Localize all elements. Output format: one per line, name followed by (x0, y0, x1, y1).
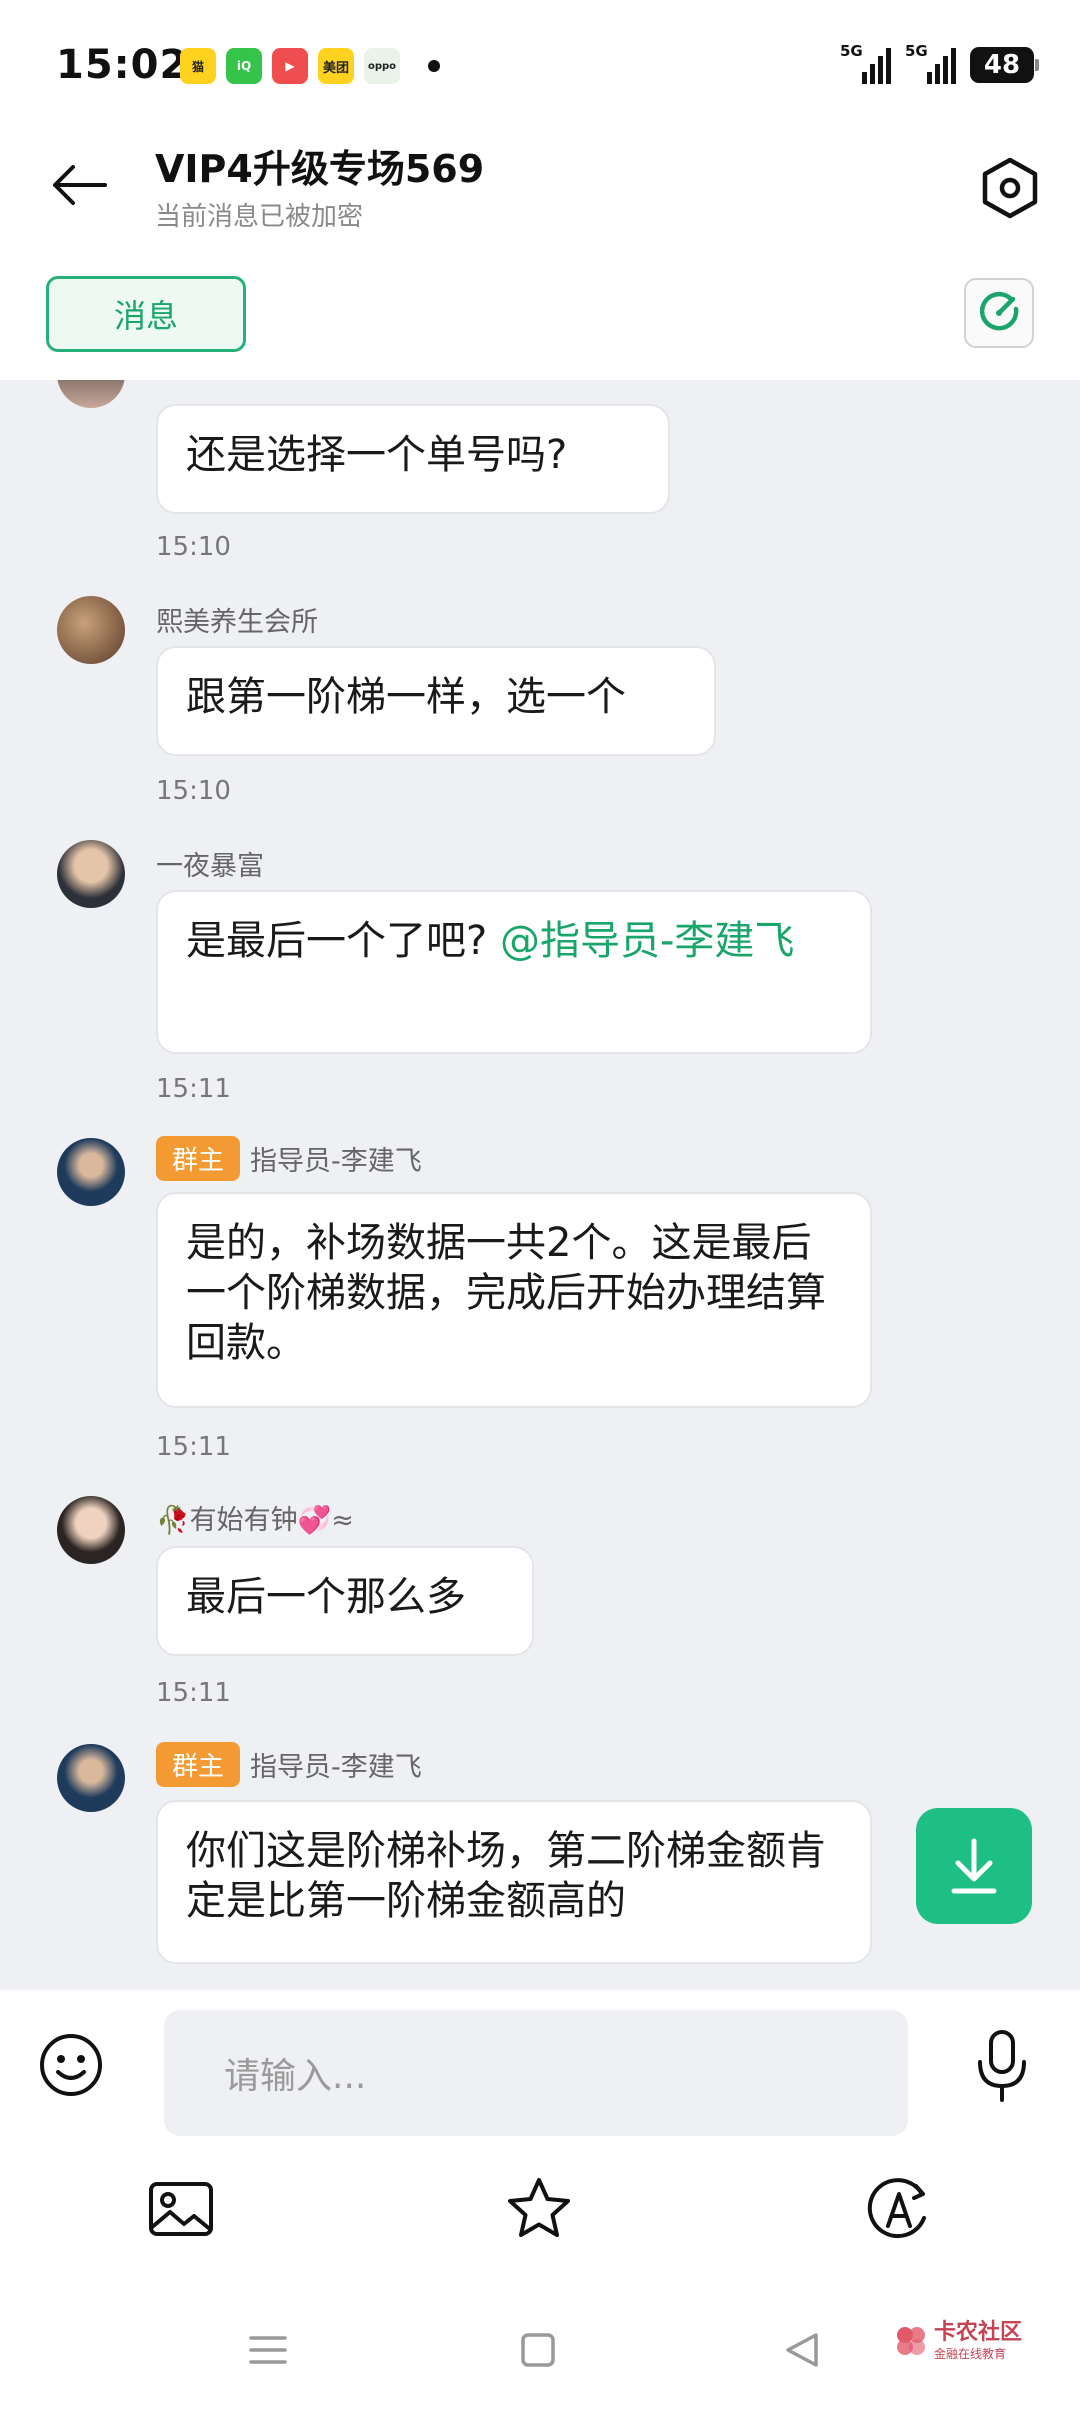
composer-toolbar (0, 2140, 1080, 2280)
voice-button[interactable] (972, 2028, 1032, 2104)
message-list[interactable]: 还是选择一个单号吗? 15:10 熙美养生会所 跟第一阶梯一样，选一个 15:1… (0, 380, 1080, 1990)
system-navigation-bar: 卡农社区 金融在线教育 (0, 2280, 1080, 2412)
avatar[interactable] (57, 840, 125, 908)
avatar[interactable] (57, 1744, 125, 1812)
message-text: 是最后一个了吧? (186, 918, 500, 964)
scroll-to-bottom-button[interactable] (916, 1808, 1032, 1924)
more-notifications-dot (428, 60, 440, 72)
home-nav-button[interactable] (508, 2320, 568, 2380)
status-time: 15:02 (56, 42, 189, 88)
settings-button[interactable] (970, 148, 1050, 228)
sender-name: 指导员-李建飞 (250, 1752, 422, 1783)
tab-messages[interactable]: 消息 (46, 276, 246, 352)
back-nav-button[interactable] (772, 2320, 832, 2380)
tmall-app-icon: 猫 (180, 48, 216, 84)
message-bubble[interactable]: 还是选择一个单号吗? (156, 404, 670, 514)
network-type-label: 5G (905, 42, 928, 60)
status-bar: 15:02 猫 iQ ▶ 美团 oppo 5G 5G 48 (0, 0, 1080, 130)
sender-name: 一夜暴富 (156, 851, 264, 882)
emoji-button[interactable] (38, 2032, 104, 2098)
oppo-app-icon: oppo (364, 48, 400, 84)
auto-text-icon (867, 2178, 926, 2239)
battery-icon: 48 (970, 47, 1039, 83)
home-square-icon (521, 2333, 555, 2367)
owner-badge: 群主 (156, 1136, 241, 1181)
sender-line: 群主 指导员-李建飞 (156, 1742, 422, 1787)
message-time: 15:10 (156, 776, 231, 806)
watermark-subtitle: 金融在线教育 (933, 2347, 1006, 2361)
translate-button[interactable] (864, 2174, 934, 2244)
triangle-back-icon (786, 2333, 818, 2367)
message-bubble[interactable]: 是的，补场数据一共2个。这是最后一个阶梯数据，完成后开始办理结算回款。 (156, 1192, 872, 1408)
sender-name: 🥀有始有钟💞≈ (156, 1505, 354, 1536)
forum-watermark: 卡农社区 金融在线教育 (894, 2322, 1022, 2360)
microphone-icon (978, 2030, 1026, 2102)
image-button[interactable] (146, 2174, 216, 2244)
notification-app-icons: 猫 iQ ▶ 美团 oppo (180, 48, 440, 84)
mention-link[interactable]: @指导员-李建飞 (500, 918, 794, 964)
message-time: 15:11 (156, 1678, 231, 1708)
menu-icon (249, 2336, 287, 2364)
avatar[interactable] (57, 596, 125, 664)
signal-icon: 5G (905, 42, 956, 84)
input-bar: 请输入... (0, 1990, 1080, 2140)
message-bubble[interactable]: 你们这是阶梯补场，第二阶梯金额肯定是比第一阶梯金额高的 (156, 1800, 872, 1964)
sender-name: 指导员-李建飞 (250, 1146, 422, 1177)
sender-name: 熙美养生会所 (156, 607, 318, 638)
encryption-notice: 当前消息已被加密 (155, 202, 364, 232)
message-input[interactable]: 请输入... (164, 2010, 908, 2136)
message-bubble[interactable]: 最后一个那么多 (156, 1546, 534, 1656)
network-type-label: 5G (840, 42, 863, 60)
sender-line: 群主 指导员-李建飞 (156, 1136, 422, 1181)
meituan-app-icon: 美团 (318, 48, 354, 84)
chat-header: VIP4升级专场569 当前消息已被加密 消息 (0, 130, 1080, 380)
status-indicators: 5G 5G 48 (840, 42, 1039, 84)
message-bubble[interactable]: 跟第一阶梯一样，选一个 (156, 646, 716, 756)
download-arrow-icon (951, 1838, 997, 1894)
page-title: VIP4升级专场569 (155, 147, 485, 191)
menu-nav-button[interactable] (238, 2320, 298, 2380)
image-icon (149, 2182, 213, 2236)
clover-logo-icon (896, 2327, 925, 2355)
message-bubble[interactable]: 是最后一个了吧? @指导员-李建飞 (156, 890, 872, 1054)
video-app-icon: ▶ (272, 48, 308, 84)
star-icon (508, 2178, 570, 2237)
task-button[interactable] (964, 278, 1034, 348)
signal-icon: 5G (840, 42, 891, 84)
target-icon (979, 291, 1019, 331)
smiley-icon (40, 2034, 102, 2096)
arrow-left-icon (53, 165, 107, 205)
owner-badge: 群主 (156, 1742, 241, 1787)
avatar[interactable] (57, 380, 125, 408)
iqiyi-app-icon: iQ (226, 48, 262, 84)
back-button[interactable] (44, 150, 114, 220)
message-time: 15:11 (156, 1074, 231, 1104)
favorite-button[interactable] (504, 2174, 574, 2244)
watermark-title: 卡农社区 (933, 2320, 1022, 2345)
message-time: 15:10 (156, 532, 231, 562)
message-time: 15:11 (156, 1432, 231, 1462)
avatar[interactable] (57, 1496, 125, 1564)
avatar[interactable] (57, 1138, 125, 1206)
hexagon-settings-icon (982, 157, 1038, 219)
